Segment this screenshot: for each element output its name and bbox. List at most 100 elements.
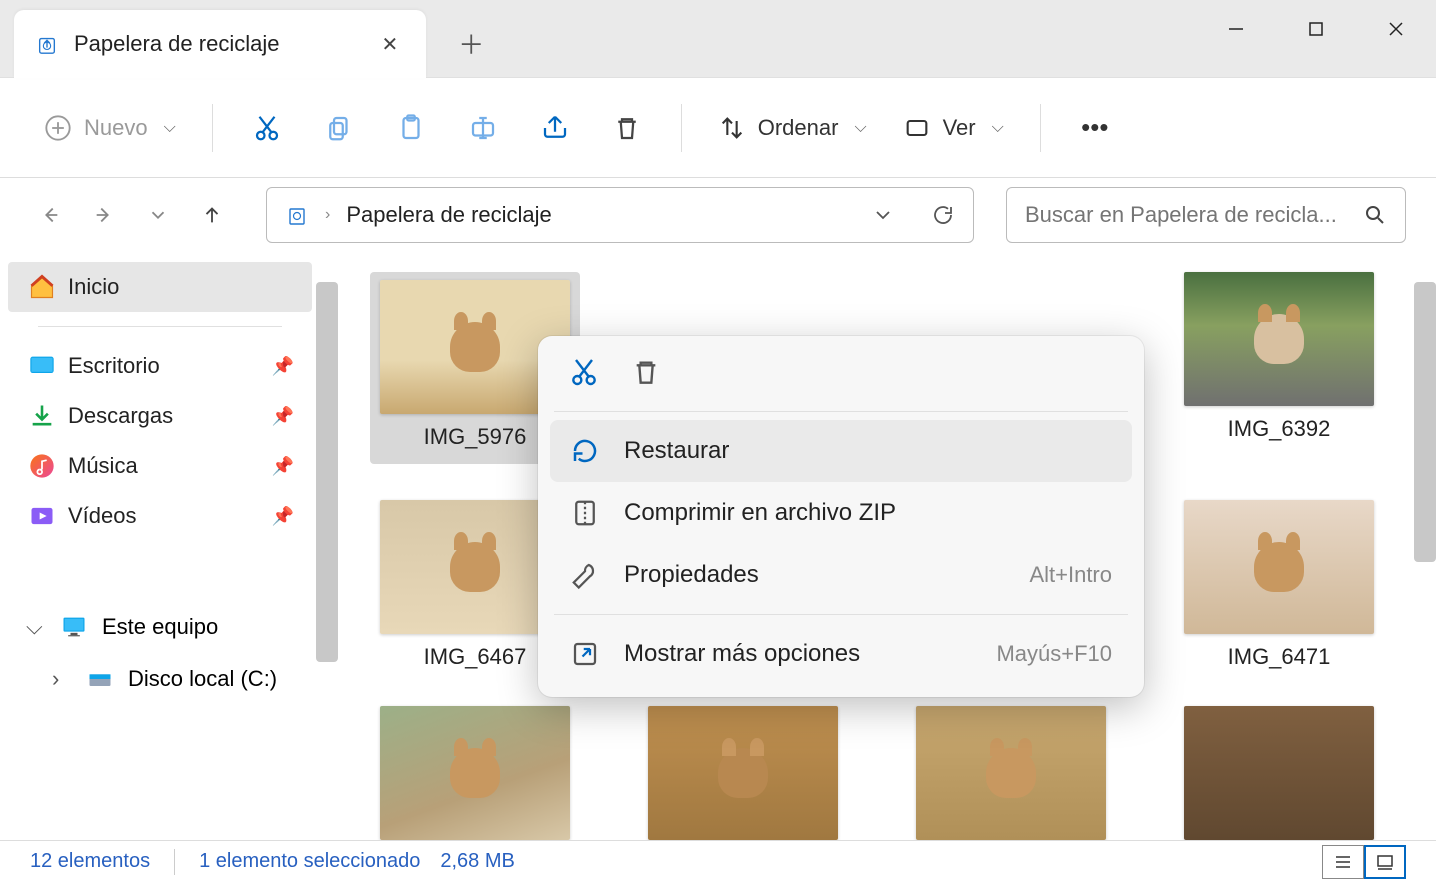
sidebar-label: Descargas xyxy=(68,403,173,429)
videos-icon xyxy=(28,502,56,530)
sidebar-item-home[interactable]: Inicio xyxy=(8,262,312,312)
window-tab[interactable]: Papelera de reciclaje ✕ xyxy=(14,10,426,78)
shortcut: Alt+Intro xyxy=(1029,562,1112,588)
disk-icon xyxy=(86,665,114,693)
new-tab-button[interactable]: ＋ xyxy=(446,18,496,68)
context-more-options[interactable]: Mostrar más opciones Mayús+F10 xyxy=(550,623,1132,685)
separator xyxy=(1040,104,1041,152)
context-delete-button[interactable] xyxy=(630,356,662,393)
home-icon xyxy=(28,273,56,301)
context-properties[interactable]: Propiedades Alt+Intro xyxy=(550,544,1132,606)
status-size: 2,68 MB xyxy=(440,850,514,873)
file-item[interactable]: IMG_6392 xyxy=(1174,272,1384,464)
search-box[interactable] xyxy=(1006,187,1406,243)
file-item[interactable] xyxy=(906,706,1116,840)
sidebar-item-downloads[interactable]: Descargas 📌 xyxy=(8,391,312,441)
up-button[interactable] xyxy=(192,195,232,235)
thumbnail xyxy=(1184,500,1374,634)
new-label: Nuevo xyxy=(84,115,148,141)
context-cut-button[interactable] xyxy=(568,356,600,393)
delete-button[interactable] xyxy=(595,104,659,152)
pin-icon[interactable]: 📌 xyxy=(272,356,294,377)
thumbnail xyxy=(648,706,838,840)
cut-button[interactable] xyxy=(235,104,299,152)
recent-button[interactable] xyxy=(138,195,178,235)
forward-button[interactable] xyxy=(84,195,124,235)
recycle-bin-icon xyxy=(36,33,58,55)
file-name: IMG_6467 xyxy=(424,644,527,670)
address-bar[interactable]: › Papelera de reciclaje xyxy=(266,187,974,243)
sidebar-item-music[interactable]: Música 📌 xyxy=(8,441,312,491)
close-tab-icon[interactable]: ✕ xyxy=(375,26,404,63)
recycle-bin-icon xyxy=(285,203,309,227)
expand-icon xyxy=(570,639,600,669)
sidebar-label: Música xyxy=(68,453,138,479)
sidebar-item-this-pc[interactable]: ⌵ Este equipo xyxy=(8,601,312,653)
desktop-icon xyxy=(28,352,56,380)
separator xyxy=(174,849,175,875)
copy-button[interactable] xyxy=(307,104,371,152)
chevron-right-icon[interactable]: › xyxy=(52,666,72,692)
file-item[interactable] xyxy=(370,706,580,840)
back-button[interactable] xyxy=(30,195,70,235)
file-name: IMG_5976 xyxy=(424,424,527,450)
file-name: IMG_6471 xyxy=(1228,644,1331,670)
file-item[interactable] xyxy=(638,706,848,840)
file-item[interactable] xyxy=(1174,706,1384,840)
sidebar-item-videos[interactable]: Vídeos 📌 xyxy=(8,491,312,541)
context-label: Comprimir en archivo ZIP xyxy=(624,499,896,527)
maximize-button[interactable] xyxy=(1276,4,1356,54)
view-button[interactable]: Ver ⌵ xyxy=(889,104,1018,152)
dropdown-icon[interactable] xyxy=(871,203,895,227)
chevron-down-icon: ⌵ xyxy=(992,119,1004,137)
context-label: Restaurar xyxy=(624,437,729,465)
content-scrollbar[interactable] xyxy=(1414,282,1436,562)
status-selection: 1 elemento seleccionado xyxy=(199,850,420,873)
refresh-icon[interactable] xyxy=(931,203,955,227)
chevron-down-icon: ⌵ xyxy=(854,119,866,137)
close-window-button[interactable] xyxy=(1356,4,1436,54)
thumbnails-view-button[interactable] xyxy=(1364,845,1406,879)
toolbar: Nuevo ⌵ Ordenar ⌵ Ver ⌵ ••• xyxy=(0,78,1436,178)
titlebar: Papelera de reciclaje ✕ ＋ xyxy=(0,0,1436,78)
view-label: Ver xyxy=(943,115,976,141)
sidebar-label: Inicio xyxy=(68,274,119,300)
separator xyxy=(681,104,682,152)
new-button[interactable]: Nuevo ⌵ xyxy=(30,104,190,152)
pin-icon[interactable]: 📌 xyxy=(272,406,294,427)
chevron-down-icon: ⌵ xyxy=(164,119,176,137)
sidebar-label: Escritorio xyxy=(68,353,160,379)
thumbnail xyxy=(916,706,1106,840)
sidebar-item-local-disk[interactable]: › Disco local (C:) xyxy=(8,653,312,705)
paste-button[interactable] xyxy=(379,104,443,152)
shortcut: Mayús+F10 xyxy=(996,641,1112,667)
sort-label: Ordenar xyxy=(758,115,839,141)
pin-icon[interactable]: 📌 xyxy=(272,506,294,527)
more-button[interactable]: ••• xyxy=(1063,104,1127,152)
chevron-down-icon[interactable]: ⌵ xyxy=(26,614,46,640)
sidebar-item-desktop[interactable]: Escritorio 📌 xyxy=(8,341,312,391)
file-item[interactable]: IMG_6471 xyxy=(1174,500,1384,670)
breadcrumb-separator: › xyxy=(325,206,330,224)
details-view-button[interactable] xyxy=(1322,845,1364,879)
download-icon xyxy=(28,402,56,430)
file-name: IMG_6392 xyxy=(1228,416,1331,442)
sidebar: Inicio Escritorio 📌 Descargas 📌 Música 📌… xyxy=(0,252,320,840)
context-restore[interactable]: Restaurar xyxy=(550,420,1132,482)
minimize-button[interactable] xyxy=(1196,4,1276,54)
thumbnail xyxy=(1184,706,1374,840)
wrench-icon xyxy=(570,560,600,590)
monitor-icon xyxy=(60,613,88,641)
music-icon xyxy=(28,452,56,480)
pin-icon[interactable]: 📌 xyxy=(272,456,294,477)
sidebar-label: Vídeos xyxy=(68,503,137,529)
search-input[interactable] xyxy=(1025,202,1363,228)
context-label: Mostrar más opciones xyxy=(624,640,860,668)
breadcrumb-location[interactable]: Papelera de reciclaje xyxy=(346,202,551,228)
sidebar-label: Este equipo xyxy=(102,614,218,640)
share-button[interactable] xyxy=(523,104,587,152)
thumbnail xyxy=(1184,272,1374,406)
sort-button[interactable]: Ordenar ⌵ xyxy=(704,104,881,152)
rename-button[interactable] xyxy=(451,104,515,152)
context-compress-zip[interactable]: Comprimir en archivo ZIP xyxy=(550,482,1132,544)
